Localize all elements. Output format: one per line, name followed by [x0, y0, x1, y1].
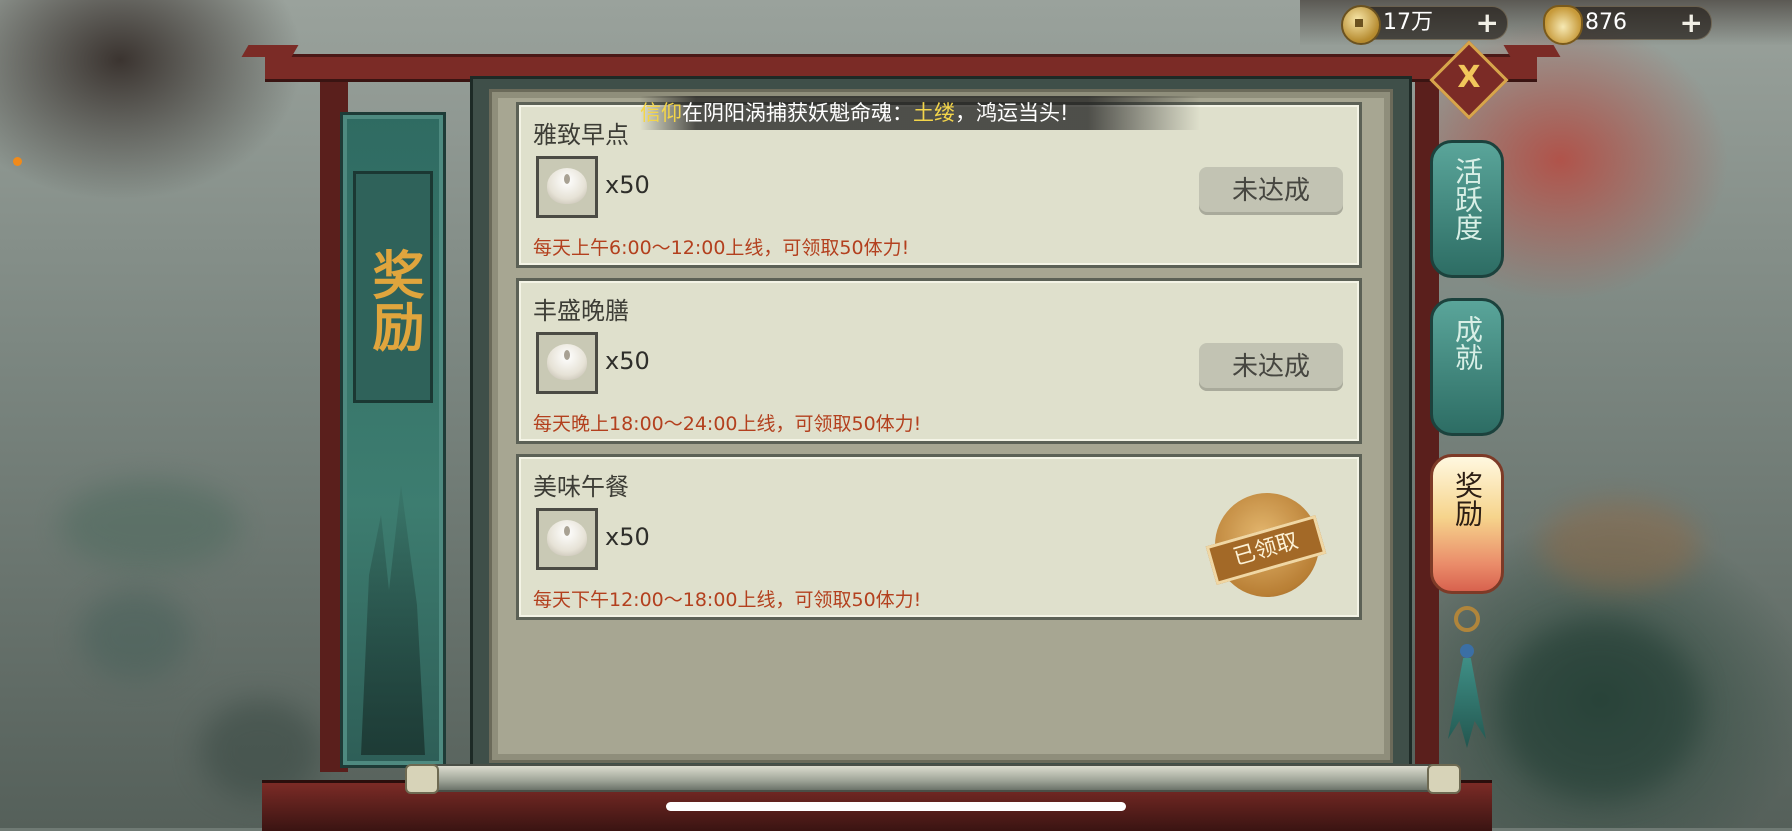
tab-activity-label: 活跃度: [1451, 157, 1484, 241]
broadcast-banner: 信仰在阴阳涡捕获妖魁命魂：土缕，鸿运当头!: [640, 96, 1200, 130]
steamed-bun-icon: [547, 520, 587, 556]
reward-card: 丰盛晚膳 x50 每天晚上18:00～24:00上线，可领取50体力! 未达成: [516, 278, 1362, 444]
home-indicator[interactable]: [666, 802, 1126, 811]
reward-title: 雅致早点: [533, 121, 629, 149]
tab-rewards[interactable]: 奖励: [1430, 454, 1504, 594]
reward-title: 丰盛晚膳: [533, 297, 629, 325]
broadcast-highlight: 土缕: [913, 101, 955, 125]
tab-rewards-label: 奖励: [1451, 471, 1484, 527]
reward-quantity: x50: [605, 523, 650, 551]
tassel-ring: [1454, 606, 1480, 632]
tassel-tail: [1448, 658, 1486, 748]
broadcast-text-end: ，鸿运当头!: [955, 101, 1069, 125]
reward-item-slot[interactable]: [536, 508, 598, 570]
background-decoration: [1540, 500, 1700, 590]
broadcast-player: 信仰: [640, 101, 682, 125]
tab-achievement-label: 成就: [1451, 315, 1484, 371]
claim-button[interactable]: 未达成: [1199, 343, 1343, 391]
reward-description: 每天下午12:00～18:00上线，可领取50体力!: [533, 589, 922, 611]
reward-item-slot[interactable]: [536, 156, 598, 218]
copper-resource: 17万 +: [1341, 5, 1508, 45]
broadcast-text: 在阴阳涡捕获妖魁命魂：: [682, 101, 913, 125]
reward-card: 美味午餐 x50 每天下午12:00～18:00上线，可领取50体力! 已领取: [516, 454, 1362, 620]
claimed-stamp-label: 已领取: [1205, 515, 1327, 585]
tab-achievement[interactable]: 成就: [1430, 298, 1504, 436]
banner-title: 奖励: [363, 248, 424, 352]
steamed-bun-icon: [547, 344, 587, 380]
add-copper-button[interactable]: +: [1476, 7, 1499, 39]
steamed-bun-icon: [547, 168, 587, 204]
tassel-decoration: [1446, 606, 1488, 748]
mountain-decoration: [361, 485, 425, 755]
gold-ingot-icon: [1543, 5, 1583, 45]
copper-value: 17万: [1383, 10, 1433, 35]
indicator-dot: [13, 157, 22, 166]
ingot-value: 876: [1585, 10, 1627, 35]
claim-button[interactable]: 未达成: [1199, 167, 1343, 215]
reward-item-slot[interactable]: [536, 332, 598, 394]
reward-description: 每天晚上18:00～24:00上线，可领取50体力!: [533, 413, 922, 435]
tassel-bead: [1460, 644, 1474, 658]
background-decoration: [1500, 620, 1700, 800]
reward-quantity: x50: [605, 171, 650, 199]
add-ingot-button[interactable]: +: [1680, 7, 1703, 39]
reward-title: 美味午餐: [533, 473, 629, 501]
reward-quantity: x50: [605, 347, 650, 375]
title-banner: 奖励: [340, 112, 446, 768]
copper-coin-icon: [1341, 5, 1381, 45]
scroll-rod: [405, 764, 1461, 794]
ingot-resource: 876 +: [1543, 5, 1712, 45]
background-decoration: [60, 480, 240, 570]
tab-activity[interactable]: 活跃度: [1430, 140, 1504, 278]
claimed-stamp: 已领取: [1205, 493, 1327, 597]
reward-description: 每天上午6:00～12:00上线，可领取50体力!: [533, 237, 910, 259]
close-icon[interactable]: X: [1441, 56, 1497, 100]
background-decoration: [80, 590, 190, 680]
